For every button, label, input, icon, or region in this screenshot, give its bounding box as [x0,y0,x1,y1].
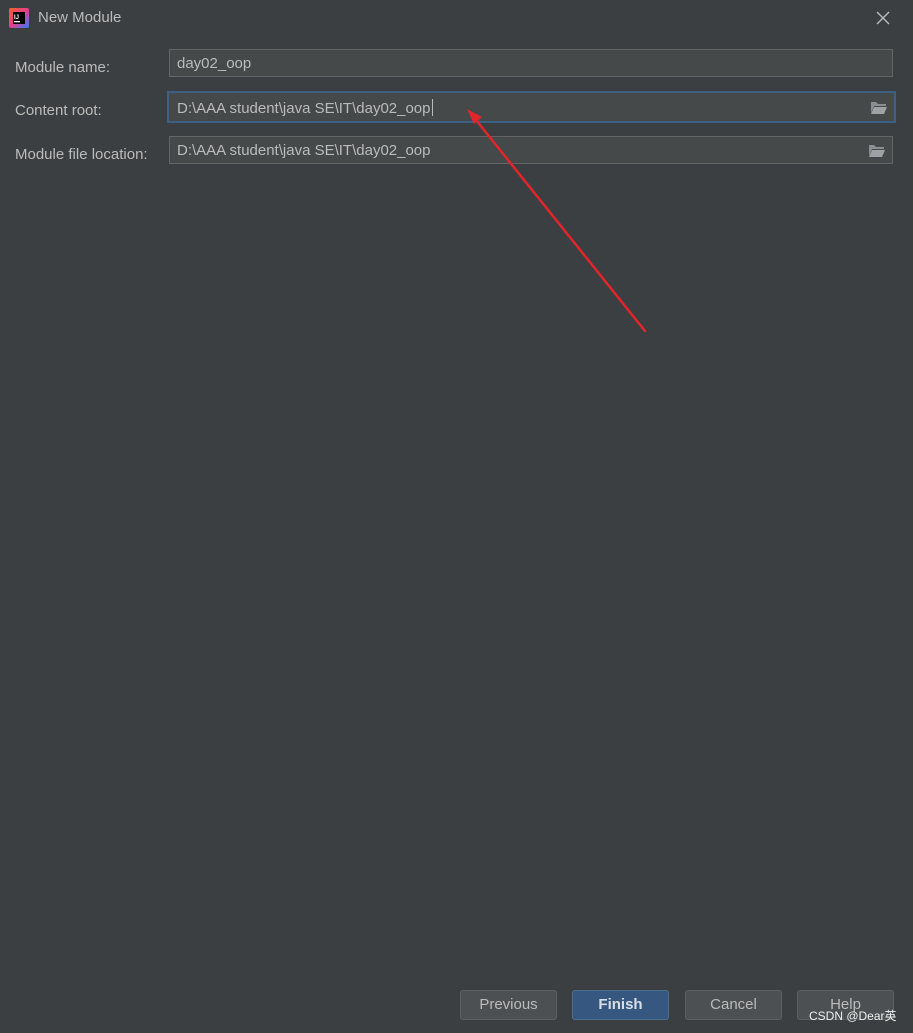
previous-button[interactable]: Previous [460,990,557,1020]
module-file-location-field[interactable]: D:\AAA student\java SE\IT\day02_oop [169,136,893,164]
module-name-value: day02_oop [177,55,252,72]
window-title: New Module [38,9,122,26]
folder-open-icon[interactable] [868,143,886,158]
cancel-button[interactable]: Cancel [685,990,782,1020]
module-file-location-value: D:\AAA student\java SE\IT\day02_oop [177,142,431,159]
content-root-text-wrap: D:\AAA student\java SE\IT\day02_oop [177,99,433,118]
module-file-location-label: Module file location: [15,146,148,163]
close-icon[interactable] [874,9,892,27]
module-name-label: Module name: [15,59,111,76]
intellij-idea-icon: IJ [9,8,29,28]
module-name-field[interactable]: day02_oop [169,49,893,77]
text-caret [431,99,433,116]
content-root-field[interactable]: D:\AAA student\java SE\IT\day02_oop [167,91,896,123]
new-module-dialog: IJ New Module Module name: day02_oop Con… [0,0,913,1033]
content-root-label: Content root: [15,102,102,119]
title-bar: IJ New Module [0,0,913,36]
watermark: CSDN @Dear英 [809,1009,897,1023]
finish-button[interactable]: Finish [572,990,669,1020]
content-root-value: D:\AAA student\java SE\IT\day02_oop [177,100,431,117]
folder-open-icon[interactable] [870,100,888,115]
svg-text:IJ: IJ [14,15,19,21]
